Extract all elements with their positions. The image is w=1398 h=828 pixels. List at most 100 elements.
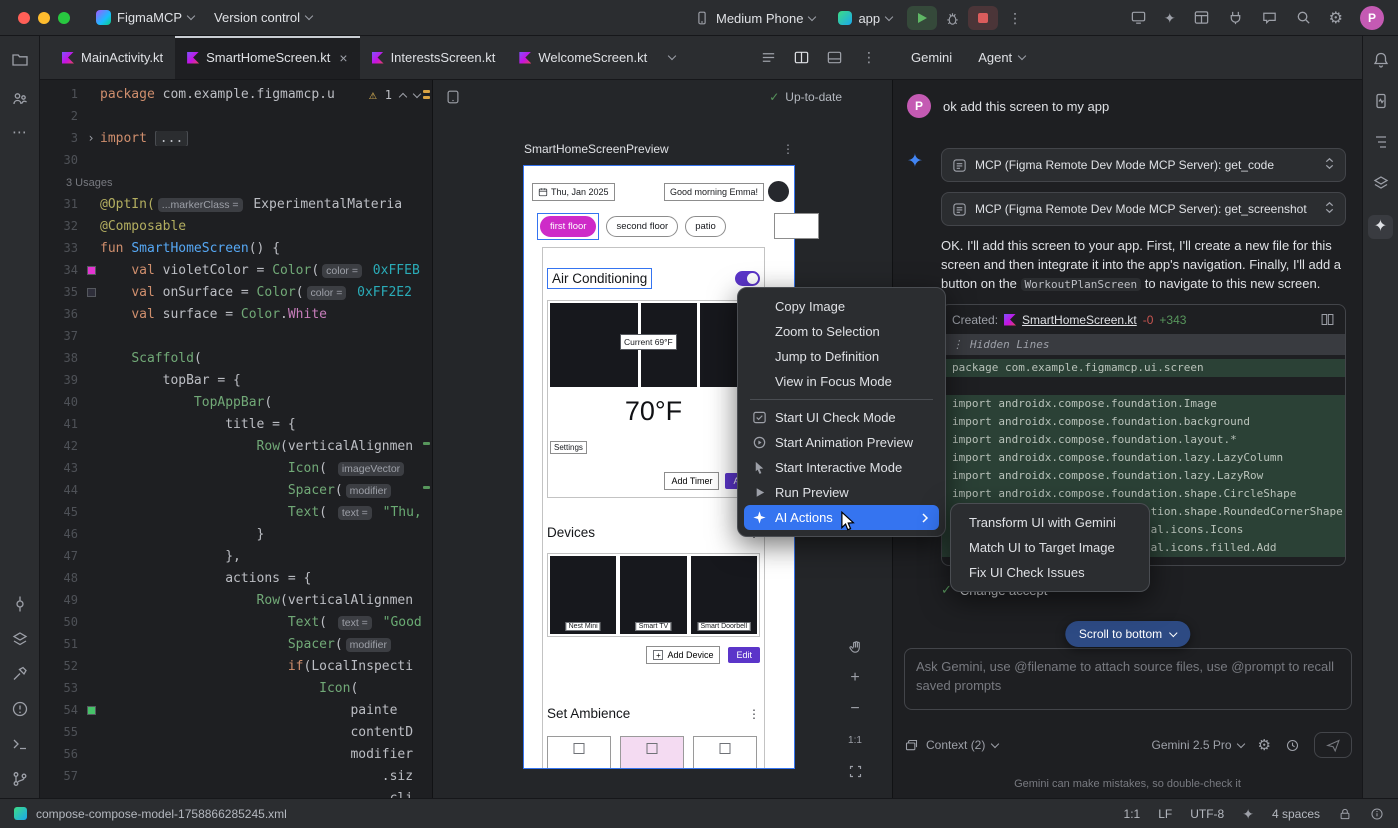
editor-tab-smarthomescreen-kt[interactable]: SmartHomeScreen.kt× — [175, 36, 359, 79]
menu-item-zoom-to-selection[interactable]: Zoom to Selection — [744, 319, 939, 344]
settings-label[interactable]: Settings — [550, 441, 587, 454]
debug-button[interactable] — [944, 10, 961, 27]
device-selector[interactable]: Medium Phone — [686, 6, 823, 30]
menu-item-run-preview[interactable]: Run Preview — [744, 480, 939, 505]
layout-windows-icon[interactable] — [1193, 9, 1210, 26]
context-selector[interactable]: Context (2) — [904, 738, 998, 753]
scroll-to-bottom-button[interactable]: Scroll to bottom — [1065, 621, 1190, 647]
submenu-item-transform-ui-with-gemini[interactable]: Transform UI with Gemini — [957, 510, 1143, 535]
feedback-icon[interactable] — [1261, 9, 1278, 26]
resource-manager-icon[interactable] — [11, 90, 29, 108]
fold-icon[interactable]: › — [87, 131, 94, 145]
editor-tab-interestsscreen-kt[interactable]: InterestsScreen.kt — [360, 36, 508, 79]
gemini-tool-icon[interactable]: ✦ — [1368, 215, 1393, 239]
ambience-card[interactable] — [547, 736, 611, 768]
device-card-smart-tv[interactable]: Smart TV — [620, 556, 686, 634]
menu-item-start-ui-check-mode[interactable]: Start UI Check Mode — [744, 405, 939, 430]
edit-devices-button[interactable]: Edit — [728, 647, 760, 663]
design-view-icon[interactable] — [826, 49, 843, 66]
device-card-nest-mini[interactable]: Nest Mini — [550, 556, 616, 634]
line-separator[interactable]: LF — [1158, 807, 1172, 821]
gemini-status-icon[interactable]: ✦ — [1242, 807, 1254, 821]
profile-avatar[interactable]: P — [1360, 6, 1384, 30]
notifications-icon[interactable] — [1372, 51, 1390, 69]
indent-setting[interactable]: 4 spaces — [1272, 807, 1320, 821]
color-swatch[interactable] — [87, 706, 96, 715]
maximize-window-button[interactable] — [58, 12, 70, 24]
preview-options-icon[interactable]: ⋮ — [782, 142, 794, 156]
tool-call-card[interactable]: MCP (Figma Remote Dev Mode MCP Server): … — [941, 192, 1346, 226]
menu-item-copy-image[interactable]: Copy Image — [744, 294, 939, 319]
ambience-options-icon[interactable]: ⋮ — [748, 707, 760, 721]
close-window-button[interactable] — [18, 12, 30, 24]
tab-gemini[interactable]: Gemini — [911, 50, 952, 65]
history-icon[interactable] — [1285, 738, 1300, 753]
device-frame-icon[interactable] — [445, 89, 461, 105]
editor-tab-mainactivity-kt[interactable]: MainActivity.kt — [50, 36, 175, 79]
vcs-widget[interactable]: Version control — [206, 6, 320, 29]
stop-button[interactable] — [968, 6, 998, 30]
room-chip-patio[interactable]: patio — [685, 216, 726, 237]
ac-toggle[interactable] — [735, 271, 760, 286]
add-device-button[interactable]: +Add Device — [646, 646, 720, 664]
commit-tool-icon[interactable] — [11, 595, 29, 613]
zoom-in-button[interactable]: + — [844, 667, 866, 689]
project-widget[interactable]: FigmaMCP — [88, 6, 202, 29]
packages-tool-icon[interactable] — [11, 630, 29, 648]
menu-item-view-in-focus-mode[interactable]: View in Focus Mode — [744, 369, 939, 394]
ambience-card[interactable] — [693, 736, 757, 768]
next-problem-icon[interactable] — [413, 90, 421, 98]
submenu-item-match-ui-to-target-image[interactable]: Match UI to Target Image — [957, 535, 1143, 560]
code-editor[interactable]: 1package com.example.figmamcp.u23›import… — [40, 80, 432, 798]
editor-tab-welcomescreen-kt[interactable]: WelcomeScreen.kt — [507, 36, 659, 79]
chat-input[interactable]: Ask Gemini, use @filename to attach sour… — [904, 648, 1352, 710]
created-file-link[interactable]: SmartHomeScreen.kt — [1022, 313, 1137, 327]
close-tab-icon[interactable]: × — [339, 50, 347, 66]
code-view-icon[interactable] — [760, 49, 777, 66]
expand-icon[interactable] — [1324, 157, 1335, 170]
ambience-card[interactable] — [620, 736, 684, 768]
device-mirroring-icon[interactable] — [1130, 9, 1147, 26]
tab-agent[interactable]: Agent — [978, 50, 1025, 65]
minimize-window-button[interactable] — [38, 12, 50, 24]
project-tool-icon[interactable] — [11, 51, 29, 69]
split-view-icon[interactable] — [793, 49, 810, 66]
menu-item-start-animation-preview[interactable]: Start Animation Preview — [744, 430, 939, 455]
file-encoding[interactable]: UTF-8 — [1190, 807, 1224, 821]
gemini-icon[interactable]: ✦ — [1164, 11, 1176, 25]
zoom-to-fit-icon[interactable] — [844, 760, 866, 782]
open-diff-icon[interactable] — [1320, 312, 1335, 327]
plugins-icon[interactable] — [1227, 9, 1244, 26]
send-button[interactable] — [1314, 732, 1352, 758]
zoom-out-button[interactable]: − — [844, 698, 866, 720]
color-swatch[interactable] — [87, 288, 96, 297]
user-avatar[interactable] — [768, 181, 789, 202]
settings-icon[interactable]: ⚙ — [1329, 8, 1343, 28]
run-button[interactable] — [907, 6, 937, 30]
structure-tool-icon[interactable] — [1372, 133, 1390, 151]
info-icon[interactable] — [1370, 807, 1384, 821]
statusbar-file[interactable]: compose-compose-model-1758866285245.xml — [36, 807, 287, 821]
editor-more-options-icon[interactable]: ⋮ — [859, 49, 879, 66]
chat-settings-icon[interactable]: ⚙ — [1258, 736, 1271, 754]
git-tool-icon[interactable] — [11, 770, 29, 788]
room-chip-first-floor[interactable]: first floor — [540, 216, 596, 237]
run-configuration[interactable]: app — [830, 7, 900, 30]
dependencies-tool-icon[interactable] — [1372, 174, 1390, 192]
caret-position[interactable]: 1:1 — [1124, 807, 1141, 821]
add-timer-button[interactable]: Add Timer — [664, 472, 719, 490]
menu-item-jump-to-definition[interactable]: Jump to Definition — [744, 344, 939, 369]
hidden-tabs-dropdown[interactable] — [659, 36, 685, 79]
zoom-level[interactable]: 1:1 — [844, 729, 866, 751]
selection-handle[interactable] — [774, 213, 819, 239]
terminal-tool-icon[interactable] — [11, 735, 29, 753]
more-tool-windows-icon[interactable]: ⋯ — [12, 129, 27, 137]
more-run-actions-icon[interactable]: ⋮ — [1005, 10, 1025, 27]
menu-item-start-interactive-mode[interactable]: Start Interactive Mode — [744, 455, 939, 480]
pan-hand-icon[interactable] — [844, 636, 866, 658]
problems-tool-icon[interactable] — [11, 700, 29, 718]
lock-icon[interactable] — [1338, 807, 1352, 821]
inspection-widget[interactable]: ⚠ 1 — [365, 86, 424, 104]
tool-call-card[interactable]: MCP (Figma Remote Dev Mode MCP Server): … — [941, 148, 1346, 182]
device-card-smart-doorbell[interactable]: Smart Doorbell — [691, 556, 757, 634]
